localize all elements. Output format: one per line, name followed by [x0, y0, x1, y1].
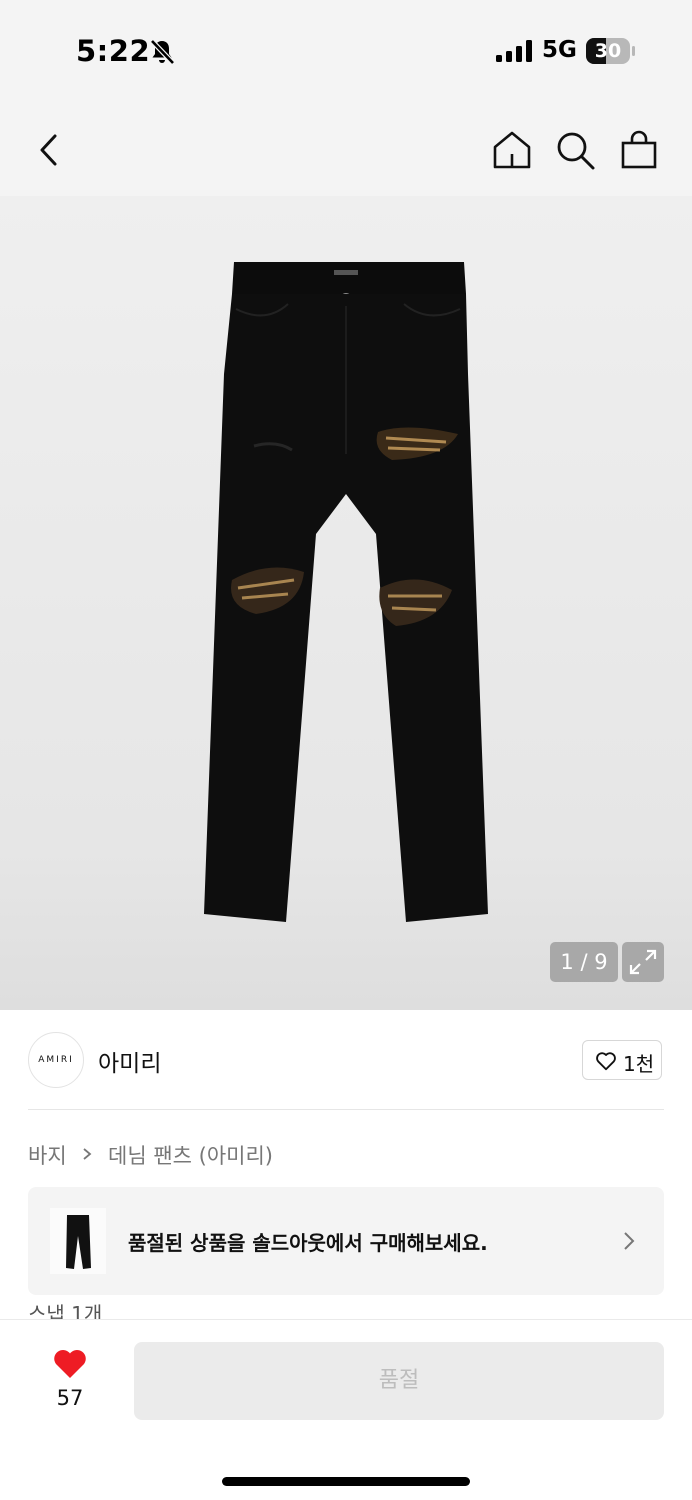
status-bar: 5:22 5G 30 [0, 0, 692, 100]
follow-count: 1천 [623, 1052, 655, 1076]
brand-name[interactable]: 아미리 [98, 1044, 161, 1078]
like-count: 57 [56, 1386, 84, 1410]
nav-bar [0, 100, 692, 196]
shopping-bag-icon[interactable] [617, 128, 661, 172]
heart-outline-icon [596, 1052, 616, 1071]
heart-filled-icon[interactable] [52, 1348, 88, 1380]
banner-text: 품절된 상품을 솔드아웃에서 구매해보세요. [128, 1231, 488, 1255]
battery-level: 30 [594, 40, 622, 62]
expand-button[interactable] [622, 942, 664, 982]
soldout-banner[interactable]: 품절된 상품을 솔드아웃에서 구매해보세요. [28, 1187, 664, 1295]
home-icon[interactable] [490, 128, 534, 172]
network-type: 5G [542, 37, 577, 63]
breadcrumb: 바지 데님 팬츠 (아미리) [28, 1140, 273, 1170]
breadcrumb-category[interactable]: 바지 [28, 1144, 67, 1168]
divider [28, 1109, 664, 1110]
signal-icon [496, 40, 532, 62]
breadcrumb-subcategory[interactable]: 데님 팬츠 (아미리) [108, 1144, 273, 1168]
expand-icon [629, 949, 657, 975]
search-icon[interactable] [553, 128, 597, 172]
home-indicator [222, 1477, 470, 1486]
image-counter: 1 / 9 [550, 942, 618, 982]
chevron-right-icon [83, 1148, 92, 1160]
status-time: 5:22 [76, 34, 151, 68]
bottom-bar: 57 품절 [0, 1319, 692, 1500]
product-page: 5:22 5G 30 1 / 9 AMIRI 아미리 1천 바지 데님 팬츠 (… [0, 0, 692, 1500]
bell-slash-icon [150, 39, 175, 65]
chevron-right-icon [624, 1232, 635, 1250]
product-gallery[interactable]: 1 / 9 [0, 196, 692, 1010]
brand-logo[interactable]: AMIRI [28, 1032, 84, 1088]
product-image-jeans [204, 262, 488, 922]
soldout-button[interactable]: 품절 [134, 1342, 664, 1420]
brand-follow-button[interactable]: 1천 [582, 1040, 662, 1080]
banner-thumbnail [50, 1208, 106, 1274]
back-icon[interactable] [28, 128, 72, 172]
